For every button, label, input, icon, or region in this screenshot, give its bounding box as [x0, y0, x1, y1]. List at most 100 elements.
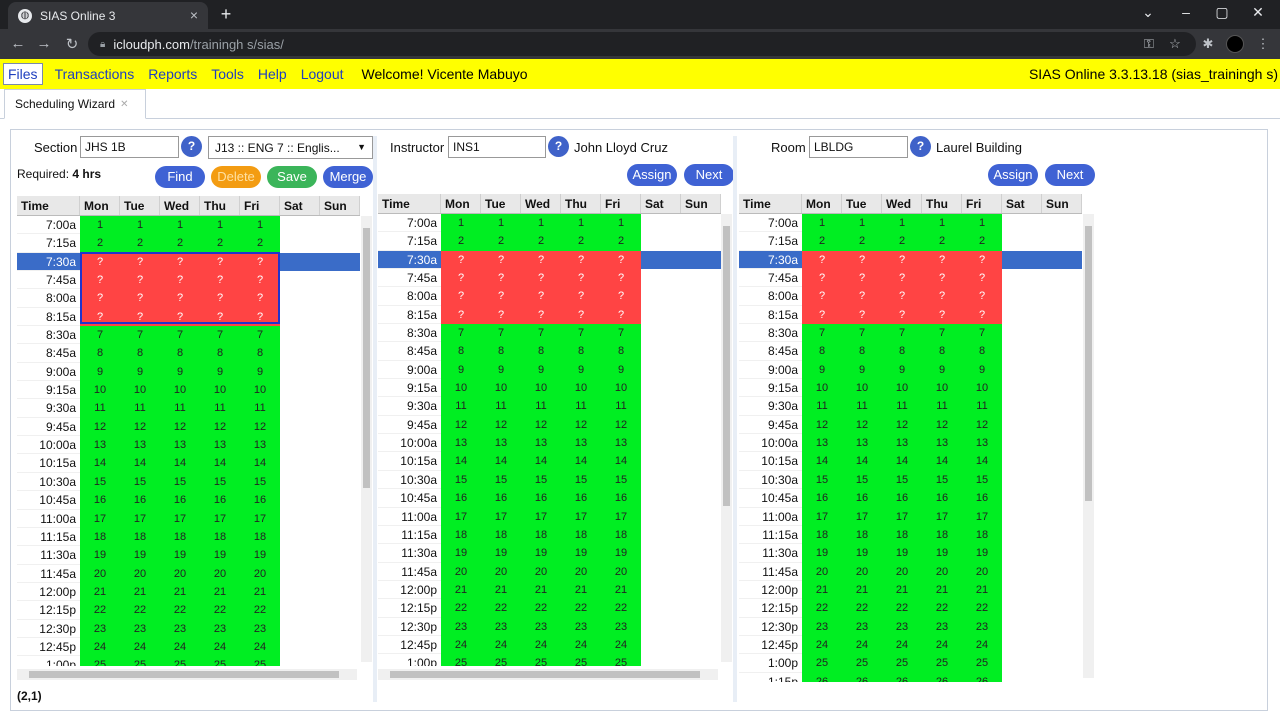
- slot-cell[interactable]: 1: [160, 216, 200, 235]
- slot-cell[interactable]: 22: [160, 601, 200, 620]
- slot-cell[interactable]: [681, 544, 721, 563]
- slot-cell[interactable]: 12: [922, 415, 962, 435]
- slot-cell[interactable]: 13: [601, 434, 641, 453]
- table-row[interactable]: 11:30a 19 19 19 19 19: [739, 544, 1082, 563]
- table-row[interactable]: 11:45a 20 20 20 20 20: [739, 562, 1082, 581]
- slot-cell[interactable]: ?: [160, 271, 200, 290]
- slot-cell[interactable]: 25: [160, 656, 200, 666]
- slot-cell[interactable]: 9: [200, 362, 240, 382]
- slot-cell[interactable]: 22: [481, 599, 521, 618]
- slot-cell[interactable]: 1: [922, 214, 962, 233]
- column-header-sat[interactable]: Sat: [280, 196, 320, 215]
- slot-cell[interactable]: 1: [601, 214, 641, 233]
- slot-cell[interactable]: [681, 397, 721, 416]
- column-header-tue[interactable]: Tue: [120, 196, 160, 215]
- slot-cell[interactable]: 20: [521, 562, 561, 581]
- table-row[interactable]: 12:45p 24 24 24 24 24: [17, 637, 360, 657]
- slot-cell[interactable]: 22: [200, 601, 240, 620]
- table-row[interactable]: 8:30a 7 7 7 7 7: [378, 324, 721, 343]
- slot-cell[interactable]: 24: [802, 635, 842, 655]
- slot-cell[interactable]: 15: [882, 470, 922, 490]
- slot-cell[interactable]: 2: [120, 234, 160, 253]
- slot-cell[interactable]: 10: [441, 379, 481, 398]
- slot-cell[interactable]: [641, 452, 681, 471]
- slot-cell[interactable]: 18: [962, 525, 1002, 545]
- slot-cell[interactable]: 8: [240, 344, 280, 363]
- slot-cell[interactable]: 14: [80, 454, 120, 473]
- slot-cell[interactable]: 10: [80, 381, 120, 400]
- column-header-mon[interactable]: Mon: [802, 194, 842, 213]
- column-header-sat[interactable]: Sat: [1002, 194, 1042, 213]
- new-tab-icon[interactable]: +: [216, 4, 236, 25]
- slot-cell[interactable]: 13: [120, 436, 160, 455]
- slot-cell[interactable]: [1002, 269, 1042, 288]
- slot-cell[interactable]: [320, 582, 360, 602]
- slot-cell[interactable]: ?: [80, 289, 120, 308]
- slot-cell[interactable]: 16: [882, 489, 922, 508]
- slot-cell[interactable]: ?: [962, 269, 1002, 288]
- slot-cell[interactable]: ?: [842, 287, 882, 306]
- slot-cell[interactable]: [681, 654, 721, 666]
- slot-cell[interactable]: 25: [240, 656, 280, 666]
- slot-cell[interactable]: 9: [521, 360, 561, 380]
- slot-cell[interactable]: 10: [802, 379, 842, 398]
- table-row[interactable]: 8:15a?????: [17, 307, 360, 327]
- slot-cell[interactable]: ?: [481, 287, 521, 306]
- slot-cell[interactable]: 11: [601, 397, 641, 416]
- slot-cell[interactable]: 1: [200, 216, 240, 235]
- slot-cell[interactable]: 2: [802, 232, 842, 251]
- slot-cell[interactable]: 25: [802, 654, 842, 673]
- maximize-icon[interactable]: ▢: [1210, 4, 1234, 21]
- slot-cell[interactable]: ?: [240, 289, 280, 308]
- slot-cell[interactable]: 16: [240, 491, 280, 510]
- minimize-icon[interactable]: –: [1174, 4, 1198, 20]
- slot-cell[interactable]: 19: [160, 546, 200, 565]
- slot-cell[interactable]: 1: [80, 216, 120, 235]
- slot-cell[interactable]: 7: [481, 324, 521, 343]
- slot-cell[interactable]: ?: [120, 289, 160, 308]
- slot-cell[interactable]: 17: [481, 507, 521, 526]
- menu-help[interactable]: Help: [256, 63, 289, 85]
- slot-cell[interactable]: 12: [200, 417, 240, 437]
- slot-cell[interactable]: 7: [802, 324, 842, 343]
- slot-cell[interactable]: ?: [601, 250, 641, 270]
- slot-cell[interactable]: 15: [601, 470, 641, 490]
- table-row[interactable]: 12:15p 22 22 22 22 22: [17, 601, 360, 620]
- section-grid-vscroll[interactable]: [361, 216, 372, 662]
- slot-cell[interactable]: [1002, 617, 1042, 636]
- table-row[interactable]: 9:00a 9 9 9 9 9: [378, 360, 721, 380]
- star-icon[interactable]: ☆: [1166, 36, 1184, 52]
- column-header-thu[interactable]: Thu: [200, 196, 240, 215]
- slot-cell[interactable]: 18: [521, 525, 561, 545]
- slot-cell[interactable]: 15: [561, 470, 601, 490]
- slot-cell[interactable]: [320, 216, 360, 235]
- slot-cell[interactable]: 19: [481, 544, 521, 563]
- slot-cell[interactable]: ?: [842, 250, 882, 270]
- forward-icon[interactable]: →: [34, 35, 54, 52]
- column-header-time[interactable]: Time: [17, 196, 80, 215]
- slot-cell[interactable]: [641, 580, 681, 600]
- slot-cell[interactable]: ?: [521, 250, 561, 270]
- slot-cell[interactable]: 2: [601, 232, 641, 251]
- column-header-sun[interactable]: Sun: [681, 194, 721, 213]
- slot-cell[interactable]: 24: [962, 635, 1002, 655]
- slot-cell[interactable]: 19: [842, 544, 882, 563]
- instructor-input[interactable]: INS1: [448, 136, 546, 158]
- slot-cell[interactable]: 22: [80, 601, 120, 620]
- column-header-time[interactable]: Time: [739, 194, 802, 213]
- slot-cell[interactable]: 15: [521, 470, 561, 490]
- slot-cell[interactable]: [641, 544, 681, 563]
- column-header-sun[interactable]: Sun: [320, 196, 360, 215]
- slot-cell[interactable]: 19: [882, 544, 922, 563]
- slot-cell[interactable]: 12: [842, 415, 882, 435]
- slot-cell[interactable]: [681, 617, 721, 636]
- column-header-wed[interactable]: Wed: [521, 194, 561, 213]
- slot-cell[interactable]: 17: [240, 509, 280, 528]
- tab-search-icon[interactable]: ⌄: [1136, 4, 1160, 21]
- slot-cell[interactable]: [1002, 525, 1042, 545]
- browser-tab[interactable]: ◍ SIAS Online 3 ×: [8, 2, 208, 29]
- slot-cell[interactable]: ?: [200, 289, 240, 308]
- slot-cell[interactable]: [1042, 672, 1082, 682]
- delete-button[interactable]: Delete: [211, 166, 261, 188]
- slot-cell[interactable]: 13: [240, 436, 280, 455]
